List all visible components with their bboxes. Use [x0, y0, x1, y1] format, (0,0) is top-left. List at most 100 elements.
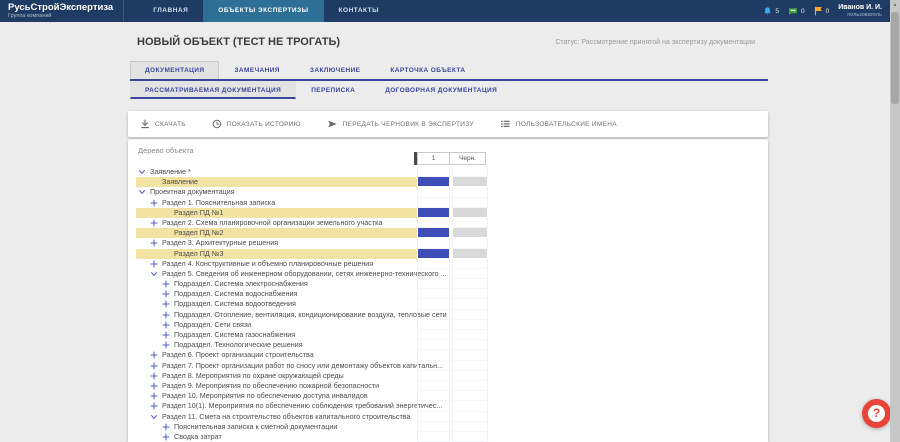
tree-row[interactable]: Подраздел. Система газоснабжения: [128, 330, 768, 340]
tree-cell-draft: [452, 228, 488, 238]
nav-item-главная[interactable]: ГЛАВНАЯ: [138, 0, 203, 22]
plus-icon[interactable]: [150, 382, 160, 391]
tree-row-label: Раздел ПД №3: [174, 249, 224, 259]
tree-cell-version-1: [417, 432, 450, 442]
toolbar-button-history[interactable]: ПОКАЗАТЬ ИСТОРИЮ: [212, 119, 301, 129]
tree-row-label: Подраздел. Система газоснабжения: [174, 330, 295, 340]
plus-icon[interactable]: [162, 331, 172, 340]
tree-row[interactable]: Заявление *: [128, 167, 768, 177]
plus-icon[interactable]: [150, 199, 160, 208]
nav-item-контакты[interactable]: КОНТАКТЫ: [324, 0, 394, 22]
badge-flag-icon[interactable]: 0: [814, 6, 830, 16]
help-button[interactable]: ?: [862, 399, 891, 428]
sub-tabs: РАССМАТРИВАЕМАЯ ДОКУМЕНТАЦИЯПЕРЕПИСКАДОГ…: [130, 81, 768, 99]
tree-row[interactable]: Раздел 9. Мероприятия по обеспечению пож…: [128, 381, 768, 391]
tab-main-3[interactable]: КАРТОЧКА ОБЪЕКТА: [375, 61, 480, 79]
plus-icon[interactable]: [162, 280, 172, 289]
plus-icon[interactable]: [150, 219, 160, 228]
object-tree-card: Дерево объекта 1Черн. Заявление *Заявлен…: [128, 139, 768, 442]
tab-sub-1[interactable]: ПЕРЕПИСКА: [296, 81, 370, 99]
tree-row[interactable]: Раздел 7. Проект организации работ по сн…: [128, 361, 768, 371]
tree-row[interactable]: Подраздел. Система водоотведения: [128, 299, 768, 309]
scrollbar-thumb[interactable]: [891, 12, 899, 104]
plus-icon[interactable]: [150, 239, 160, 248]
chevron-down-icon[interactable]: [150, 270, 160, 279]
vertical-scrollbar[interactable]: ▲: [890, 0, 900, 442]
notification-badges: 5 0 0: [763, 6, 829, 16]
plus-icon[interactable]: [150, 402, 160, 411]
tree-row[interactable]: Сводка затрат: [128, 432, 768, 442]
toolbar-button-label: ПОКАЗАТЬ ИСТОРИЮ: [227, 121, 301, 128]
tree-row[interactable]: Заявление: [128, 177, 768, 187]
toolbar-button-send[interactable]: ПЕРЕДАТЬ ЧЕРНОВИК В ЭКСПЕРТИЗУ: [327, 119, 474, 129]
toolbar-button-label: СКАЧАТЬ: [155, 121, 186, 128]
badge-chat-icon[interactable]: 0: [788, 7, 805, 16]
tree-row[interactable]: Раздел ПД №2: [128, 228, 768, 238]
tab-main-2[interactable]: ЗАКЛЮЧЕНИЕ: [295, 61, 376, 79]
chevron-down-icon[interactable]: [138, 188, 148, 197]
tree-row[interactable]: Раздел 10(1). Мероприятия по обеспечению…: [128, 401, 768, 411]
tree-row[interactable]: Раздел 1. Пояснительная записка: [128, 198, 768, 208]
plus-icon[interactable]: [150, 362, 160, 371]
user-info[interactable]: Иванов И. И. пользователь: [838, 4, 882, 19]
tree-cell-draft: [452, 187, 488, 197]
tree-row[interactable]: Проектная документация: [128, 187, 768, 197]
logo-subtitle: Группа компаний: [8, 13, 113, 20]
tree-cell-version-1: [417, 249, 450, 259]
plus-icon[interactable]: [162, 311, 172, 320]
tree-cell-draft: [452, 412, 488, 422]
plus-icon[interactable]: [150, 372, 160, 381]
tree-row[interactable]: Раздел 2. Схема планировочной организаци…: [128, 218, 768, 228]
badge-count: 0: [801, 8, 805, 15]
tree-row[interactable]: Раздел ПД №3: [128, 249, 768, 259]
tree-row-label: Заявление: [162, 177, 198, 187]
plus-icon[interactable]: [162, 290, 172, 299]
tree-column-header-2[interactable]: Черн.: [450, 152, 486, 165]
tree-row[interactable]: Раздел 5. Сведения об инженерном оборудо…: [128, 269, 768, 279]
plus-icon[interactable]: [162, 423, 172, 432]
tree-cell-version-1: [417, 401, 450, 411]
tree-row[interactable]: Раздел 8. Мероприятия по охране окружающ…: [128, 371, 768, 381]
tree-row[interactable]: Раздел 10. Мероприятия по обеспечению до…: [128, 391, 768, 401]
tree-cell-version-1: [417, 238, 450, 248]
tree-row[interactable]: Подраздел. Сети связи: [128, 320, 768, 330]
page-title: НОВЫЙ ОБЪЕКТ (ТЕСТ НЕ ТРОГАТЬ): [137, 36, 340, 48]
toolbar-button-list[interactable]: ПОЛЬЗОВАТЕЛЬСКИЕ ИМЕНА: [500, 119, 617, 129]
plus-icon[interactable]: [162, 300, 172, 309]
user-role: пользователь: [838, 12, 882, 19]
tree-row-label: Заявление *: [150, 167, 191, 177]
tree-cell-version-1: [417, 279, 450, 289]
tree-row[interactable]: Подраздел. Отопление, вентиляция, кондиц…: [128, 310, 768, 320]
chevron-down-icon[interactable]: [150, 413, 160, 422]
plus-icon[interactable]: [162, 433, 172, 442]
tree-row[interactable]: Подраздел. Система электроснабжения: [128, 279, 768, 289]
plus-icon[interactable]: [150, 392, 160, 401]
tree-row[interactable]: Раздел ПД №1: [128, 208, 768, 218]
tree-row-label: Сводка затрат: [174, 432, 222, 442]
plus-icon[interactable]: [162, 321, 172, 330]
plus-icon[interactable]: [150, 351, 160, 360]
status-text: Статус: Рассмотрение принятой на эксперт…: [555, 39, 755, 46]
tree-row[interactable]: Раздел 6. Проект организации строительст…: [128, 350, 768, 360]
tree-row[interactable]: Раздел 11. Смета на строительство объект…: [128, 412, 768, 422]
tree-row[interactable]: Пояснительная записка к сметной документ…: [128, 422, 768, 432]
plus-icon[interactable]: [162, 341, 172, 350]
scroll-up-icon[interactable]: ▲: [890, 0, 900, 10]
tree-row[interactable]: Подраздел. Система водоснабжения: [128, 289, 768, 299]
badge-count: 0: [826, 8, 830, 15]
chevron-down-icon[interactable]: [138, 168, 148, 177]
tree-row[interactable]: Раздел 3. Архитектурные решения: [128, 238, 768, 248]
tab-main-1[interactable]: ЗАМЕЧАНИЯ: [219, 61, 294, 79]
nav-item-объекты-экспертизы[interactable]: ОБЪЕКТЫ ЭКСПЕРТИЗЫ: [203, 0, 323, 22]
tree-row-label: Пояснительная записка к сметной документ…: [174, 422, 337, 432]
tab-sub-0[interactable]: РАССМАТРИВАЕМАЯ ДОКУМЕНТАЦИЯ: [130, 81, 296, 99]
tree-column-header-1[interactable]: 1: [417, 152, 450, 165]
tree-row[interactable]: Раздел 4. Конструктивные и объемно плани…: [128, 259, 768, 269]
tab-sub-2[interactable]: ДОГОВОРНАЯ ДОКУМЕНТАЦИЯ: [370, 81, 512, 99]
badge-bell-icon[interactable]: 5: [763, 6, 779, 16]
app-logo[interactable]: РусьСтройЭкспертиза Группа компаний: [0, 0, 124, 22]
plus-icon[interactable]: [150, 260, 160, 269]
tab-main-0[interactable]: ДОКУМЕНТАЦИЯ: [130, 61, 219, 79]
toolbar-button-download[interactable]: СКАЧАТЬ: [140, 119, 186, 129]
tree-row[interactable]: Подраздел. Технологические решения: [128, 340, 768, 350]
